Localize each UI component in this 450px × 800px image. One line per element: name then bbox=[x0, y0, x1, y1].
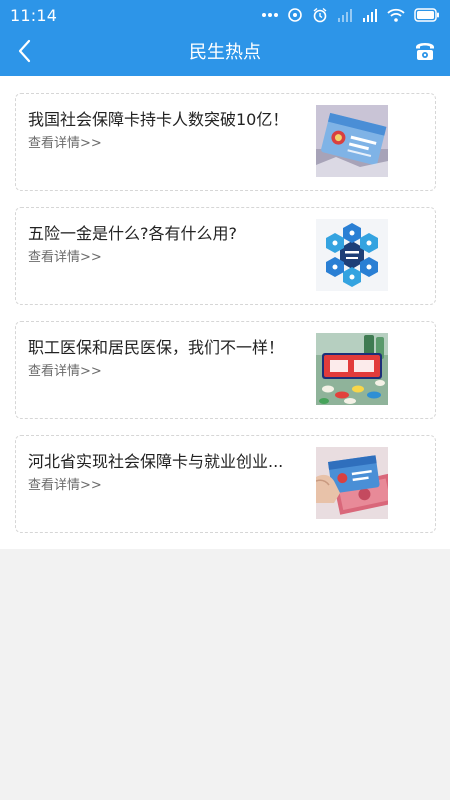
more-dots-icon bbox=[262, 12, 278, 18]
social-security-card-image bbox=[316, 105, 388, 177]
five-insurances-diagram-image bbox=[316, 219, 388, 291]
news-title: 职工医保和居民医保，我们不一样！ bbox=[28, 338, 285, 357]
signal-icon bbox=[337, 8, 353, 22]
status-time: 11:14 bbox=[10, 5, 58, 25]
news-title: 五险一金是什么?各有什么用? bbox=[28, 224, 237, 243]
status-icons bbox=[262, 7, 440, 23]
hotspot-icon bbox=[287, 7, 303, 23]
view-details-link[interactable]: 查看详情>> bbox=[28, 360, 102, 379]
page-title: 民生热点 bbox=[189, 42, 261, 63]
alarm-icon bbox=[312, 7, 328, 23]
signal-icon bbox=[362, 8, 378, 22]
status-bar: 11:14 bbox=[0, 0, 450, 30]
news-title: 河北省实现社会保障卡与就业创业... bbox=[28, 452, 284, 471]
view-details-link[interactable]: 查看详情>> bbox=[28, 474, 102, 493]
battery-icon bbox=[414, 8, 440, 22]
news-card[interactable]: 我国社会保障卡持卡人数突破10亿！ 查看详情>> bbox=[15, 93, 436, 191]
app-bar: 民生热点 bbox=[0, 30, 450, 76]
phone-icon bbox=[414, 41, 436, 65]
news-card[interactable]: 五险一金是什么?各有什么用? 查看详情>> bbox=[15, 207, 436, 305]
phone-button[interactable] bbox=[410, 38, 440, 68]
card-and-money-image bbox=[316, 447, 388, 519]
view-details-link[interactable]: 查看详情>> bbox=[28, 246, 102, 265]
news-title: 我国社会保障卡持卡人数突破10亿！ bbox=[28, 110, 289, 129]
news-card[interactable]: 河北省实现社会保障卡与就业创业... 查看详情>> bbox=[15, 435, 436, 533]
news-card[interactable]: 职工医保和居民医保，我们不一样！ 查看详情>> bbox=[15, 321, 436, 419]
wifi-icon bbox=[387, 8, 405, 22]
view-details-link[interactable]: 查看详情>> bbox=[28, 132, 102, 151]
medical-insurance-pills-image bbox=[316, 333, 388, 405]
news-list: 我国社会保障卡持卡人数突破10亿！ 查看详情>> 五险一金是什么?各有什么用? bbox=[0, 76, 450, 549]
